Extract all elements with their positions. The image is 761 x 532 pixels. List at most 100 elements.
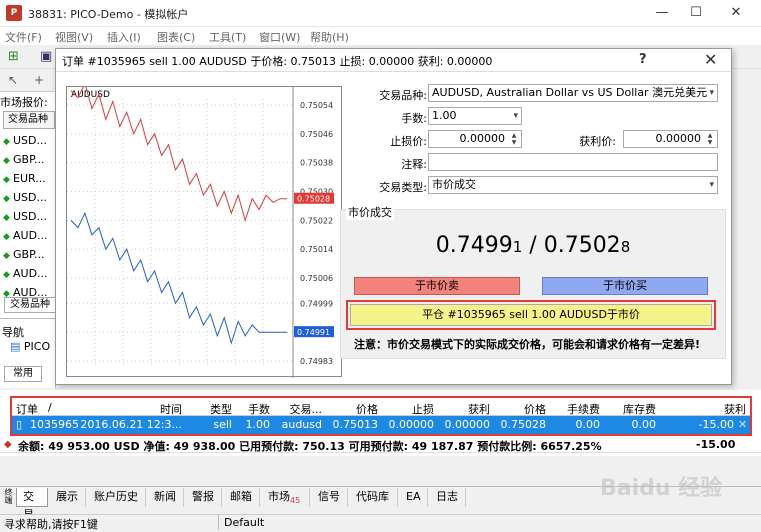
- tab-1[interactable]: 展示: [50, 488, 86, 507]
- table-cell: 0.75013: [332, 418, 379, 431]
- column-header[interactable]: 价格: [524, 401, 546, 417]
- bid-price: 0.7499: [435, 233, 513, 258]
- y-tick-label: 0.75054: [300, 101, 333, 110]
- y-tick-label: 0.75006: [300, 274, 333, 283]
- table-cell: 0.00: [575, 418, 601, 431]
- ask-price-pip: 8: [620, 238, 631, 256]
- tab-symbols[interactable]: 交易品种: [4, 297, 56, 313]
- terminal-side-label: 终端: [4, 488, 13, 504]
- symbol-name: USD...: [13, 191, 47, 204]
- column-header[interactable]: 交易...: [290, 401, 323, 417]
- ask-price: 0.7502: [543, 233, 621, 258]
- y-tick-label: 0.75022: [300, 216, 333, 225]
- tab-common[interactable]: 常用: [4, 366, 42, 382]
- y-tick-label: 0.74999: [300, 299, 333, 308]
- list-item[interactable]: ◆ USD...: [3, 131, 55, 150]
- crosshair-icon[interactable]: +: [34, 73, 44, 87]
- order-type-select[interactable]: 市价成交 ▾: [428, 176, 718, 194]
- menu-tools[interactable]: 工具(T): [209, 29, 246, 45]
- tab-5[interactable]: 邮箱: [224, 488, 260, 507]
- symbol-select[interactable]: AUDUSD, Australian Dollar vs US Dollar 澳…: [428, 84, 718, 102]
- tab-label: 展示: [56, 490, 78, 503]
- tab-6[interactable]: 市场45: [262, 488, 310, 507]
- terminal-tabs: 交易展示账户历史新闻 警报 邮箱市场45信号代码库EA日志: [16, 488, 761, 521]
- column-header[interactable]: 获利: [468, 401, 490, 417]
- floating-profit-total: -15.00: [696, 438, 736, 451]
- tab-0[interactable]: 交易: [16, 488, 48, 521]
- lots-select[interactable]: 1.00 ▾: [428, 107, 522, 125]
- y-tick-label: 0.75038: [300, 159, 333, 168]
- stop-loss-stepper[interactable]: 0.00000 ▲ ▼: [428, 130, 522, 148]
- symbol-name: USD...: [13, 134, 47, 147]
- column-header[interactable]: 止损: [412, 401, 434, 417]
- chart-symbol-label: AUDUSD: [71, 90, 110, 100]
- list-item[interactable]: ◆ EUR...: [3, 169, 55, 188]
- status-profile: Default: [224, 516, 265, 529]
- column-header[interactable]: 手续费: [567, 401, 600, 417]
- y-tick-label: 0.75014: [300, 245, 333, 254]
- tab-4[interactable]: 警报: [186, 488, 222, 507]
- close-window-button[interactable]: ✕: [726, 4, 746, 22]
- menu-file[interactable]: 文件(F): [5, 29, 42, 45]
- tab-badge: 45: [290, 496, 301, 506]
- symbol-name: USD...: [13, 210, 47, 223]
- column-header[interactable]: 订单: [16, 401, 38, 417]
- column-header[interactable]: 手数: [248, 401, 270, 417]
- tab-3[interactable]: 新闻: [148, 488, 184, 507]
- cursor-icon[interactable]: ↖: [8, 73, 18, 87]
- tab-label: 邮箱: [230, 490, 252, 503]
- order-icon: ▯: [16, 418, 23, 431]
- buy-by-market-button[interactable]: 于市价买: [542, 277, 708, 295]
- column-header[interactable]: 类型: [210, 401, 232, 417]
- table-cell: 0.00: [631, 418, 657, 431]
- list-item[interactable]: ◆ AUD...: [3, 226, 55, 245]
- tab-label: 警报: [192, 490, 214, 503]
- list-item[interactable]: ◆ USD...: [3, 207, 55, 226]
- market-execution-label: 市价成交: [346, 204, 394, 220]
- close-position-button[interactable]: 平仓 #1035965 sell 1.00 AUDUSD于市价: [350, 304, 712, 326]
- menu-view[interactable]: 视图(V): [55, 29, 93, 45]
- trade-table-header: 订单 / 时间 类型 手数 交易... 价格 止损 获利 价格 手续费 库存费 获利: [12, 398, 750, 416]
- tab-7[interactable]: 信号: [312, 488, 348, 507]
- dialog-help-button[interactable]: ?: [639, 52, 647, 67]
- navigator-item-pico[interactable]: ▤ PICO: [10, 340, 50, 353]
- menu-insert[interactable]: 插入(I): [107, 29, 141, 45]
- column-header[interactable]: /: [48, 401, 52, 414]
- maximize-button[interactable]: ☐: [686, 4, 706, 22]
- spin-arrows-icon[interactable]: ▲ ▼: [508, 132, 520, 146]
- column-header[interactable]: 获利: [724, 401, 746, 417]
- sell-by-market-button[interactable]: 于市价卖: [354, 277, 520, 295]
- tab-2[interactable]: 账户历史: [88, 488, 146, 507]
- minimize-button[interactable]: —: [652, 4, 672, 22]
- menu-help[interactable]: 帮助(H): [310, 29, 349, 45]
- new-order-icon[interactable]: ⊞: [8, 49, 19, 64]
- dialog-close-button[interactable]: ✕: [704, 50, 717, 69]
- list-item[interactable]: ◆ USD...: [3, 188, 55, 207]
- spin-arrows-icon[interactable]: ▲ ▼: [704, 132, 716, 146]
- tab-10[interactable]: 日志: [430, 488, 466, 507]
- lots-label: 手数:: [401, 112, 427, 125]
- column-header[interactable]: 价格: [356, 401, 378, 417]
- table-cell: audusd: [281, 418, 322, 431]
- window-title: 38831: PICO-Demo - 模拟帐户: [28, 8, 189, 21]
- chart-icon[interactable]: ▣: [40, 49, 52, 64]
- table-row[interactable]: ▯ 1035965 2016.06.21 12:3... sell 1.00 audusd…: [12, 416, 750, 434]
- tab-8[interactable]: 代码库: [350, 488, 398, 507]
- list-item[interactable]: ◆ GBP...: [3, 245, 55, 264]
- column-header[interactable]: 库存费: [623, 401, 656, 417]
- list-item[interactable]: ◆ AUD...: [3, 264, 55, 283]
- market-watch-column-symbol[interactable]: 交易品种: [3, 111, 55, 129]
- take-profit-stepper[interactable]: 0.00000 ▲ ▼: [623, 130, 718, 148]
- menu-chart[interactable]: 图表(C): [157, 29, 195, 45]
- tab-label: 新闻: [154, 490, 176, 503]
- comment-input[interactable]: [428, 153, 718, 171]
- stop-loss-label: 止损价:: [390, 135, 427, 148]
- panel-divider: [0, 318, 56, 319]
- column-header[interactable]: 时间: [160, 401, 182, 417]
- menu-window[interactable]: 窗口(W): [259, 29, 300, 45]
- ask-price-tag: 0.75028: [297, 195, 330, 204]
- close-position-highlight: 平仓 #1035965 sell 1.00 AUDUSD于市价: [346, 300, 716, 330]
- tab-9[interactable]: EA: [400, 488, 428, 507]
- list-item[interactable]: ◆ GBP...: [3, 150, 55, 169]
- close-order-icon[interactable]: ✕: [738, 418, 747, 431]
